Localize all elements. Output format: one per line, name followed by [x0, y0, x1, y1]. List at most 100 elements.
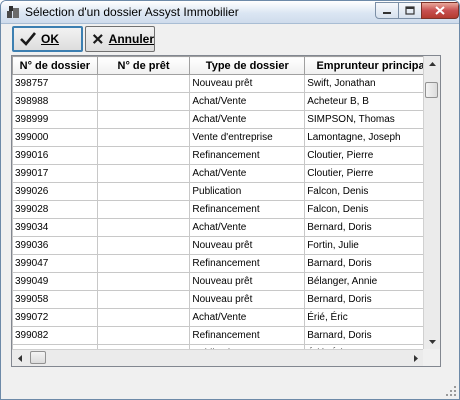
table-row[interactable]: 399017 Achat/Vente Cloutier, Pierre [12, 164, 440, 183]
header-loan-number[interactable]: N° de prêt [96, 56, 191, 75]
cell-dossier-number[interactable]: 399058 [12, 290, 98, 309]
table-row[interactable]: 398988 Achat/Vente Acheteur B, B [12, 92, 440, 111]
cell-dossier-number[interactable]: 398988 [12, 92, 98, 111]
cell-dossier-type[interactable]: Nouveau prêt [189, 290, 306, 309]
cell-loan-number[interactable] [96, 272, 191, 291]
cell-dossier-number[interactable]: 398757 [12, 74, 98, 93]
cell-dossier-type[interactable]: Achat/Vente [189, 308, 306, 327]
cell-loan-number[interactable] [96, 326, 191, 345]
vertical-scrollbar[interactable] [423, 56, 440, 350]
cell-main-borrower[interactable]: Barnard, Doris [304, 254, 440, 273]
scroll-down-button[interactable] [424, 334, 440, 350]
cell-main-borrower[interactable]: Cloutier, Pierre [304, 164, 440, 183]
cancel-button[interactable]: Annuler [85, 26, 155, 52]
cell-main-borrower[interactable]: Falcon, Denis [304, 200, 440, 219]
cell-dossier-type[interactable]: Publication [189, 182, 306, 201]
table-row[interactable]: 398999 Achat/Vente SIMPSON, Thomas [12, 110, 440, 129]
header-dossier-number[interactable]: N° de dossier [12, 56, 98, 75]
cell-dossier-type[interactable]: Refinancement [189, 200, 306, 219]
header-main-borrower[interactable]: Emprunteur principal [304, 56, 440, 75]
table-row[interactable]: 399072 Achat/Vente Érié, Éric [12, 308, 440, 327]
cell-main-borrower[interactable]: Cloutier, Pierre [304, 146, 440, 165]
horizontal-scrollbar[interactable] [12, 349, 424, 366]
table-row[interactable]: 399036 Nouveau prêt Fortin, Julie [12, 236, 440, 255]
app-icon [7, 6, 19, 18]
table-row[interactable]: 399049 Nouveau prêt Bélanger, Annie [12, 272, 440, 291]
scroll-left-button[interactable] [12, 350, 28, 366]
cell-dossier-type[interactable]: Achat/Vente [189, 110, 306, 129]
cell-dossier-number[interactable]: 399049 [12, 272, 98, 291]
cell-dossier-type[interactable]: Refinancement [189, 146, 306, 165]
table-row[interactable]: 399026 Publication Falcon, Denis [12, 182, 440, 201]
cell-loan-number[interactable] [96, 236, 191, 255]
table-row[interactable]: 399047 Refinancement Barnard, Doris [12, 254, 440, 273]
cell-main-borrower[interactable]: Bernard, Doris [304, 218, 440, 237]
scroll-right-button[interactable] [408, 350, 424, 366]
cell-main-borrower[interactable]: Swift, Jonathan [304, 74, 440, 93]
header-dossier-type[interactable]: Type de dossier [189, 56, 306, 75]
table-row[interactable]: 399000 Vente d'entreprise Lamontagne, Jose… [12, 128, 440, 147]
cell-loan-number[interactable] [96, 308, 191, 327]
cell-dossier-number[interactable]: 399036 [12, 236, 98, 255]
table-row[interactable]: 399028 Refinancement Falcon, Denis [12, 200, 440, 219]
resize-grip-icon[interactable] [445, 385, 457, 397]
cell-loan-number[interactable] [96, 182, 191, 201]
cancel-label: Annuler [108, 32, 154, 46]
cell-loan-number[interactable] [96, 74, 191, 93]
minimize-button[interactable] [375, 2, 399, 19]
cell-main-borrower[interactable]: Fortin, Julie [304, 236, 440, 255]
table-row[interactable]: 399016 Refinancement Cloutier, Pierre [12, 146, 440, 165]
cell-main-borrower[interactable]: Barnard, Doris [304, 326, 440, 345]
cell-dossier-type[interactable]: Achat/Vente [189, 92, 306, 111]
cell-dossier-type[interactable]: Nouveau prêt [189, 272, 306, 291]
cell-dossier-number[interactable]: 399028 [12, 200, 98, 219]
cell-dossier-type[interactable]: Nouveau prêt [189, 236, 306, 255]
cell-dossier-number[interactable]: 399026 [12, 182, 98, 201]
table-row[interactable]: 399082 Refinancement Barnard, Doris [12, 326, 440, 345]
cell-loan-number[interactable] [96, 200, 191, 219]
cell-dossier-type[interactable]: Vente d'entreprise [189, 128, 306, 147]
scroll-up-button[interactable] [424, 56, 440, 72]
vertical-scroll-thumb[interactable] [425, 82, 438, 98]
arrow-left-icon [18, 354, 22, 362]
cell-dossier-number[interactable]: 399082 [12, 326, 98, 345]
dossier-grid: N° de dossier N° de prêt Type de dossier… [11, 55, 441, 367]
cell-main-borrower[interactable]: Bernard, Doris [304, 290, 440, 309]
cell-loan-number[interactable] [96, 254, 191, 273]
cell-dossier-type[interactable]: Nouveau prêt [189, 74, 306, 93]
cell-loan-number[interactable] [96, 92, 191, 111]
title-bar[interactable]: Sélection d'un dossier Assyst Immobilier [1, 1, 459, 24]
cell-main-borrower[interactable]: Acheteur B, B [304, 92, 440, 111]
button-bar: OK Annuler [7, 25, 455, 55]
close-window-button[interactable] [421, 2, 459, 19]
cell-main-borrower[interactable]: SIMPSON, Thomas [304, 110, 440, 129]
cell-dossier-type[interactable]: Refinancement [189, 254, 306, 273]
cell-dossier-type[interactable]: Achat/Vente [189, 164, 306, 183]
maximize-button[interactable] [398, 2, 422, 19]
cell-dossier-number[interactable]: 399072 [12, 308, 98, 327]
cell-loan-number[interactable] [96, 110, 191, 129]
cell-dossier-number[interactable]: 398999 [12, 110, 98, 129]
arrow-right-icon [414, 354, 418, 362]
horizontal-scroll-thumb[interactable] [30, 351, 46, 364]
cell-main-borrower[interactable]: Érié, Éric [304, 308, 440, 327]
cell-dossier-number[interactable]: 399017 [12, 164, 98, 183]
cell-dossier-type[interactable]: Refinancement [189, 326, 306, 345]
ok-button[interactable]: OK [12, 26, 83, 52]
cell-loan-number[interactable] [96, 146, 191, 165]
cell-dossier-number[interactable]: 399000 [12, 128, 98, 147]
cell-main-borrower[interactable]: Falcon, Denis [304, 182, 440, 201]
cell-dossier-number[interactable]: 399016 [12, 146, 98, 165]
table-row[interactable]: 398757 Nouveau prêt Swift, Jonathan [12, 74, 440, 93]
table-row[interactable]: 399034 Achat/Vente Bernard, Doris [12, 218, 440, 237]
cell-dossier-type[interactable]: Achat/Vente [189, 218, 306, 237]
cell-main-borrower[interactable]: Lamontagne, Joseph [304, 128, 440, 147]
cell-loan-number[interactable] [96, 164, 191, 183]
table-row[interactable]: 399058 Nouveau prêt Bernard, Doris [12, 290, 440, 309]
cell-loan-number[interactable] [96, 290, 191, 309]
cell-dossier-number[interactable]: 399047 [12, 254, 98, 273]
cell-dossier-number[interactable]: 399034 [12, 218, 98, 237]
cell-loan-number[interactable] [96, 128, 191, 147]
cell-main-borrower[interactable]: Bélanger, Annie [304, 272, 440, 291]
cell-loan-number[interactable] [96, 218, 191, 237]
